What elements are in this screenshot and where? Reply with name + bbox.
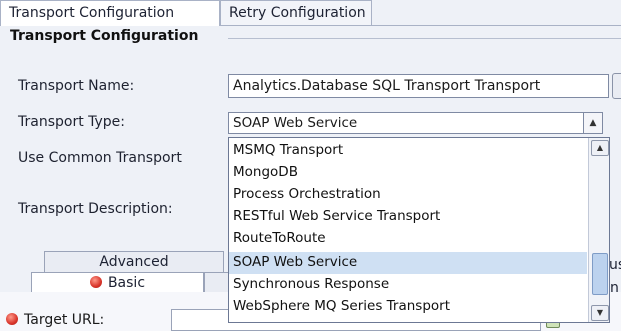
scroll-down-icon[interactable]: ▼	[591, 305, 609, 321]
transport-name-field[interactable]: Analytics.Database SQL Transport Transpo…	[228, 74, 609, 98]
tab-advanced-label: Advanced	[99, 254, 169, 270]
tab-advanced[interactable]: Advanced	[44, 251, 224, 273]
transport-description-label: Transport Description:	[18, 201, 173, 217]
option-route-to-route[interactable]: RouteToRoute	[229, 228, 587, 250]
tab-transport-configuration-label: Transport Configuration	[9, 5, 175, 21]
option-restful-web-service[interactable]: RESTful Web Service Transport	[229, 206, 587, 228]
combo-arrow-up-icon[interactable]: ▲	[583, 112, 603, 134]
option-msmq-transport[interactable]: MSMQ Transport	[229, 140, 587, 162]
error-icon	[89, 276, 102, 288]
dropdown-scrollbar[interactable]: ▲ ▼	[588, 138, 609, 322]
section-rule	[228, 38, 621, 39]
option-soap-web-service[interactable]: SOAP Web Service	[229, 252, 587, 274]
tab-basic-label: Basic	[107, 275, 146, 291]
transport-name-label: Transport Name:	[18, 78, 135, 94]
target-url-label: Target URL:	[6, 312, 104, 328]
option-mongodb[interactable]: MongoDB	[229, 162, 587, 184]
tab-transport-configuration[interactable]: Transport Configuration	[0, 0, 220, 26]
obscured-tab-text: us	[609, 257, 621, 273]
transport-type-dropdown[interactable]: MSMQ Transport MongoDB Process Orchestra…	[228, 137, 610, 323]
field-more-button[interactable]	[612, 73, 621, 99]
use-common-transport-label: Use Common Transport	[18, 150, 182, 166]
error-icon	[6, 313, 18, 325]
option-process-orchestration[interactable]: Process Orchestration	[229, 184, 587, 206]
tab-retry-configuration[interactable]: Retry Configuration	[220, 0, 372, 26]
scroll-thumb[interactable]	[592, 253, 608, 295]
section-title: Transport Configuration	[10, 28, 199, 44]
option-synchronous-response[interactable]: Synchronous Response	[229, 274, 587, 296]
transport-type-label: Transport Type:	[18, 114, 126, 130]
option-websphere-mq[interactable]: WebSphere MQ Series Transport	[229, 296, 587, 318]
tab-basic[interactable]: Basic	[31, 272, 204, 294]
tab-retry-configuration-label: Retry Configuration	[229, 5, 366, 21]
scroll-up-icon[interactable]: ▲	[591, 140, 609, 156]
transport-type-combo[interactable]: SOAP Web Service	[228, 112, 585, 134]
